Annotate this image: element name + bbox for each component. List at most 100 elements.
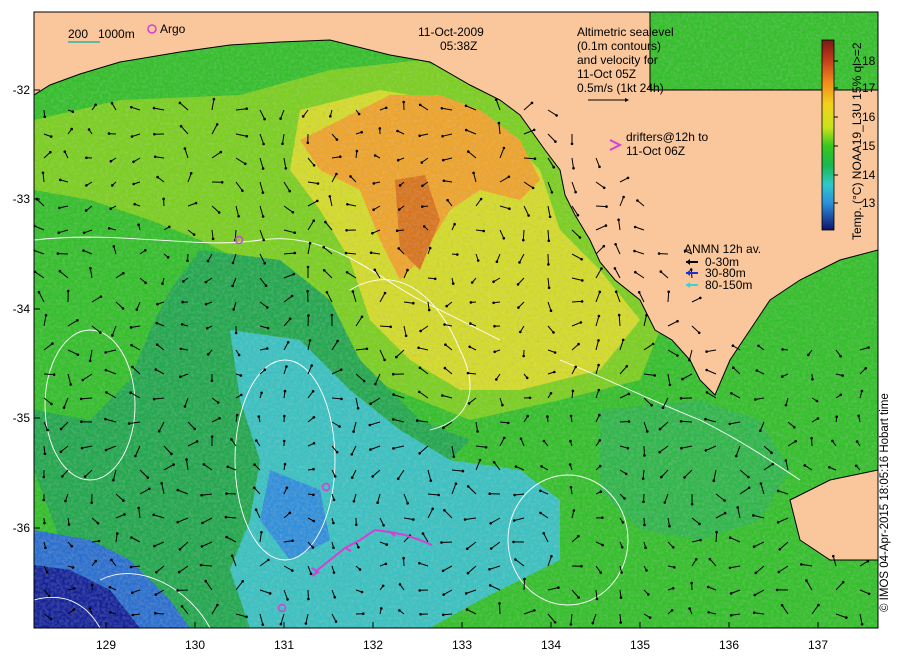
velocity-arrow-head [417, 346, 420, 350]
velocity-arrow-head [262, 142, 265, 146]
velocity-arrow-head [155, 571, 158, 574]
velocity-arrow-head [598, 165, 601, 169]
velocity-arrow-head [332, 498, 336, 502]
velocity-arrow-head [85, 156, 88, 160]
velocity-arrow-head [679, 420, 683, 423]
velocity-arrow-head [397, 247, 401, 250]
velocity-arrow-head [127, 422, 131, 425]
velocity-arrow-head [857, 414, 860, 418]
velocity-arrow-head [522, 238, 525, 242]
velocity-arrow-head [304, 622, 308, 625]
scale-label-200: 200 [68, 27, 89, 41]
velocity-arrow-head [443, 509, 446, 512]
velocity-arrow-head [604, 224, 608, 227]
velocity-arrow-head [456, 253, 459, 256]
velocity-arrow-head [489, 547, 493, 550]
velocity-arrow-head [46, 428, 49, 432]
velocity-arrow-head [811, 377, 814, 381]
velocity-arrow-head [468, 345, 472, 349]
velocity-arrow [680, 420, 693, 423]
velocity-arrow-head [332, 521, 335, 525]
velocity-arrow-head [466, 485, 470, 488]
velocity-arrow-head [254, 439, 258, 442]
velocity-arrow-head [279, 117, 282, 120]
x-tick-8: 137 [807, 638, 829, 652]
info-line-2: (0.1m contours) [577, 39, 662, 53]
velocity-arrow-head [771, 462, 774, 466]
velocity-arrow-head [381, 584, 385, 588]
velocity-arrow-head [707, 611, 710, 614]
velocity-arrow-head [595, 597, 599, 601]
velocity-arrow-head [70, 544, 73, 548]
velocity-arrow-head [131, 591, 134, 594]
velocity-arrow-head [183, 147, 187, 150]
velocity-arrow-head [507, 421, 510, 425]
velocity-arrow-head [572, 509, 576, 512]
velocity-arrow-head [182, 280, 185, 283]
plot-area [34, 12, 878, 628]
scale-label-1000: 1000m [98, 27, 135, 41]
velocity-arrow [523, 157, 536, 160]
velocity-arrow-head [42, 498, 46, 502]
velocity-arrow-head [841, 580, 845, 584]
velocity-arrow-head [83, 475, 87, 478]
velocity-arrow-head [440, 541, 443, 544]
colorbar-tick-1: 17 [862, 81, 876, 95]
velocity-arrow-head [688, 607, 691, 610]
velocity-arrow-head [464, 592, 468, 595]
velocity-arrow-head [362, 379, 366, 383]
velocity-arrow-head [645, 314, 648, 317]
velocity-arrow-head [579, 321, 583, 324]
velocity-arrow-head [600, 267, 603, 270]
velocity-arrow-head [260, 391, 263, 395]
velocity-arrow-head [421, 532, 425, 535]
velocity-arrow-head [597, 388, 601, 392]
velocity-arrow-head [245, 107, 248, 110]
velocity-arrow-head [667, 290, 670, 294]
velocity-arrow-head [668, 524, 671, 528]
velocity-arrow-head [261, 623, 265, 626]
velocity-arrow-head [371, 475, 375, 478]
velocity-arrow-head [131, 613, 135, 617]
velocity-arrow-head [437, 493, 441, 497]
velocity-arrow-head [420, 161, 424, 164]
velocity-arrow-head [770, 451, 773, 455]
velocity-arrow-head [519, 330, 522, 334]
velocity-arrow-head [747, 486, 751, 490]
velocity-arrow-head [82, 231, 86, 235]
velocity-arrow-head [539, 511, 542, 515]
velocity-arrow-head [580, 564, 583, 568]
velocity-arrow-head [860, 389, 864, 393]
velocity-arrow-head [361, 612, 365, 615]
velocity-arrow-head [85, 184, 88, 187]
velocity-arrow-head [389, 325, 393, 329]
velocity-arrow-head [350, 476, 354, 479]
velocity-arrow-head [79, 397, 83, 401]
velocity-arrow-head [45, 570, 49, 574]
x-tick-1: 130 [184, 638, 206, 652]
velocity-arrow-head [831, 439, 834, 443]
velocity-arrow-head [123, 513, 126, 516]
velocity-arrow-head [747, 475, 750, 479]
velocity-arrow-head [839, 393, 843, 397]
velocity-arrow-head [531, 186, 535, 190]
velocity-arrow-head [261, 191, 265, 194]
velocity-arrow-head [104, 368, 108, 372]
velocity-arrow-head [392, 447, 395, 450]
velocity-arrow-head [660, 475, 663, 479]
velocity-arrow-head [627, 392, 631, 396]
velocity-arrow-head [429, 479, 433, 482]
velocity-arrow-head [598, 290, 602, 294]
colorbar-tick-0: 18 [862, 54, 876, 68]
velocity-arrow-head [322, 269, 326, 272]
velocity-arrow-head [478, 458, 482, 462]
velocity-arrow-head [530, 101, 534, 105]
velocity-arrow-head [97, 539, 101, 543]
velocity-arrow-head [759, 482, 763, 485]
velocity-arrow-head [598, 439, 602, 442]
velocity-arrow-head [598, 464, 602, 468]
velocity-arrow-head [699, 538, 702, 542]
velocity-arrow-head [465, 128, 468, 132]
velocity-arrow-head [723, 511, 727, 515]
velocity-arrow-head [419, 329, 422, 333]
